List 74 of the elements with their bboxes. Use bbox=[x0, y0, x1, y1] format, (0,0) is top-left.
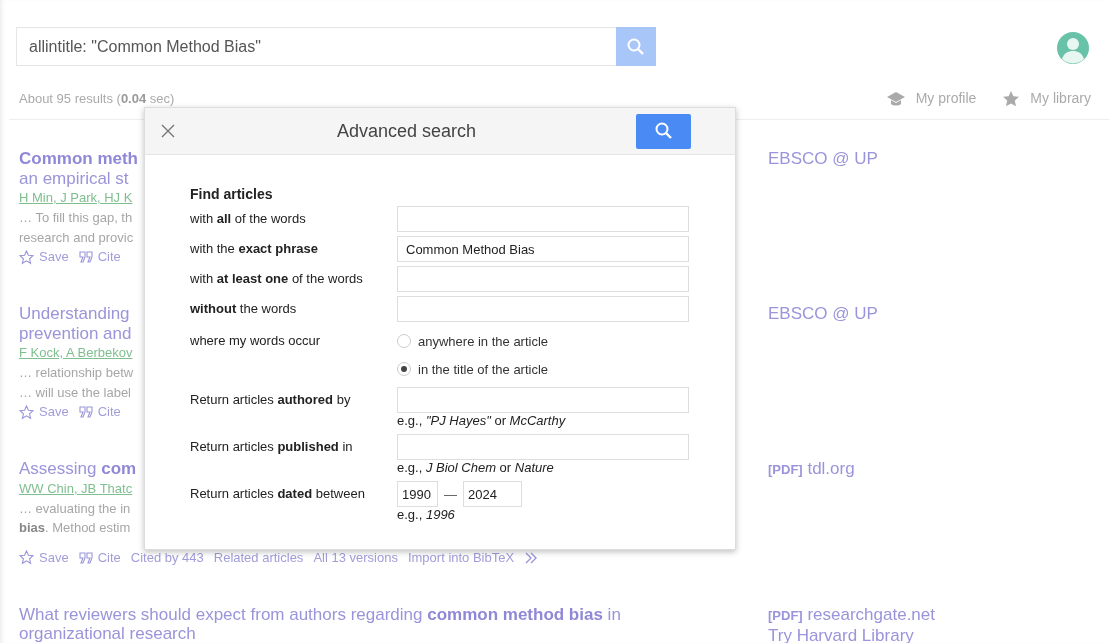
action-link[interactable]: Save bbox=[19, 402, 69, 422]
range-dash: — bbox=[443, 486, 458, 502]
field-label: Return articles authored by bbox=[190, 391, 352, 409]
search-icon bbox=[653, 121, 674, 141]
field-label: without the words bbox=[190, 300, 298, 318]
field-label: with the exact phrase bbox=[190, 240, 319, 258]
nav-link[interactable]: My profile bbox=[885, 89, 977, 107]
action-link[interactable]: All 13 versions bbox=[313, 547, 398, 568]
text-field[interactable]: 1990 bbox=[397, 481, 438, 507]
quote-icon bbox=[78, 405, 93, 419]
search-icon bbox=[626, 36, 646, 57]
result-title[interactable]: an empirical st bbox=[19, 168, 129, 188]
hint-text: e.g., "PJ Hayes" or McCarthy bbox=[397, 413, 567, 429]
quote-icon bbox=[78, 250, 93, 264]
text-field[interactable]: Common Method Bias bbox=[397, 236, 689, 262]
search-button[interactable] bbox=[636, 113, 691, 149]
action-link[interactable]: Related articles bbox=[213, 547, 304, 568]
search-button[interactable] bbox=[616, 27, 656, 66]
hint-text: e.g., J Biol Chem or Nature bbox=[397, 460, 555, 476]
star-icon bbox=[19, 550, 34, 565]
author-links[interactable]: F Kock, A Berbekov bbox=[19, 343, 133, 363]
result-title[interactable]: prevention and bbox=[19, 323, 132, 343]
text-field[interactable] bbox=[397, 387, 689, 413]
hint-text: e.g., 1996 bbox=[397, 507, 456, 523]
field-label: with all of the words bbox=[190, 210, 307, 228]
fulltext-link[interactable]: [PDF] researchgate.net bbox=[768, 604, 935, 626]
action-link[interactable]: Cite bbox=[78, 547, 121, 568]
close-button[interactable] bbox=[159, 122, 177, 140]
text-field[interactable] bbox=[397, 266, 689, 292]
star-icon bbox=[19, 249, 34, 265]
action-link[interactable]: Save bbox=[19, 547, 69, 568]
star-icon bbox=[1002, 89, 1021, 107]
dialog-title: Advanced search bbox=[335, 120, 478, 142]
fulltext-link[interactable]: [PDF] tdl.org bbox=[768, 459, 855, 480]
graduation-cap-icon bbox=[885, 90, 906, 106]
text-field[interactable] bbox=[397, 296, 689, 322]
snippet-text: … will use the label bbox=[19, 383, 131, 402]
result-title[interactable]: Understanding bbox=[19, 304, 130, 324]
quote-icon bbox=[78, 550, 93, 565]
snippet-text: … relationship betw bbox=[19, 364, 134, 382]
field-label: with at least one of the words bbox=[190, 270, 364, 288]
field-label: Return articles published in bbox=[190, 438, 354, 456]
action-link[interactable]: Import into BibTeX bbox=[407, 547, 515, 568]
nav-link[interactable]: My library bbox=[1002, 89, 1091, 107]
field-label: where my words occur bbox=[190, 332, 322, 350]
text-field[interactable]: 2024 bbox=[463, 481, 522, 507]
search-field[interactable]: allintitle: "Common Method Bias" bbox=[16, 27, 616, 66]
action-link[interactable]: Cited by 443 bbox=[130, 547, 204, 568]
result-title[interactable]: What reviewers should expect from authors regarding common method bias in bbox=[19, 604, 621, 624]
results-count: About 95 results (0.04 sec) bbox=[19, 90, 175, 106]
result-title[interactable]: organizational research bbox=[19, 624, 196, 643]
action-link[interactable]: Cite bbox=[78, 247, 121, 267]
result-title[interactable]: Common meth bbox=[19, 149, 138, 169]
action-link[interactable]: Save bbox=[19, 247, 69, 267]
fulltext-link[interactable]: EBSCO @ UP bbox=[768, 304, 878, 324]
author-links[interactable]: H Min, J Park, HJ K bbox=[19, 188, 133, 208]
close-icon bbox=[160, 123, 176, 139]
section-heading: Find articles bbox=[190, 185, 274, 204]
author-links[interactable]: WW Chin, JB Thatc bbox=[19, 478, 133, 499]
action-link[interactable]: Cite bbox=[78, 402, 121, 422]
avatar-icon[interactable] bbox=[1057, 31, 1089, 64]
double-chevron-icon[interactable] bbox=[524, 550, 539, 565]
snippet-text: research and provic bbox=[19, 228, 134, 247]
snippet-text: … evaluating the in bbox=[19, 499, 131, 518]
fulltext-link[interactable]: EBSCO @ UP bbox=[768, 149, 878, 169]
snippet-text: … To fill this gap, th bbox=[19, 209, 133, 227]
radio-option[interactable]: anywhere in the article bbox=[397, 330, 549, 352]
field-label: Return articles dated between bbox=[190, 485, 366, 503]
snippet-text: bias. Method estim bbox=[19, 519, 131, 537]
result-title[interactable]: Assessing com bbox=[19, 459, 137, 479]
star-icon bbox=[19, 404, 34, 420]
text-field[interactable] bbox=[397, 206, 689, 232]
radio-option[interactable]: in the title of the article bbox=[397, 358, 549, 380]
text-field[interactable] bbox=[397, 434, 689, 460]
